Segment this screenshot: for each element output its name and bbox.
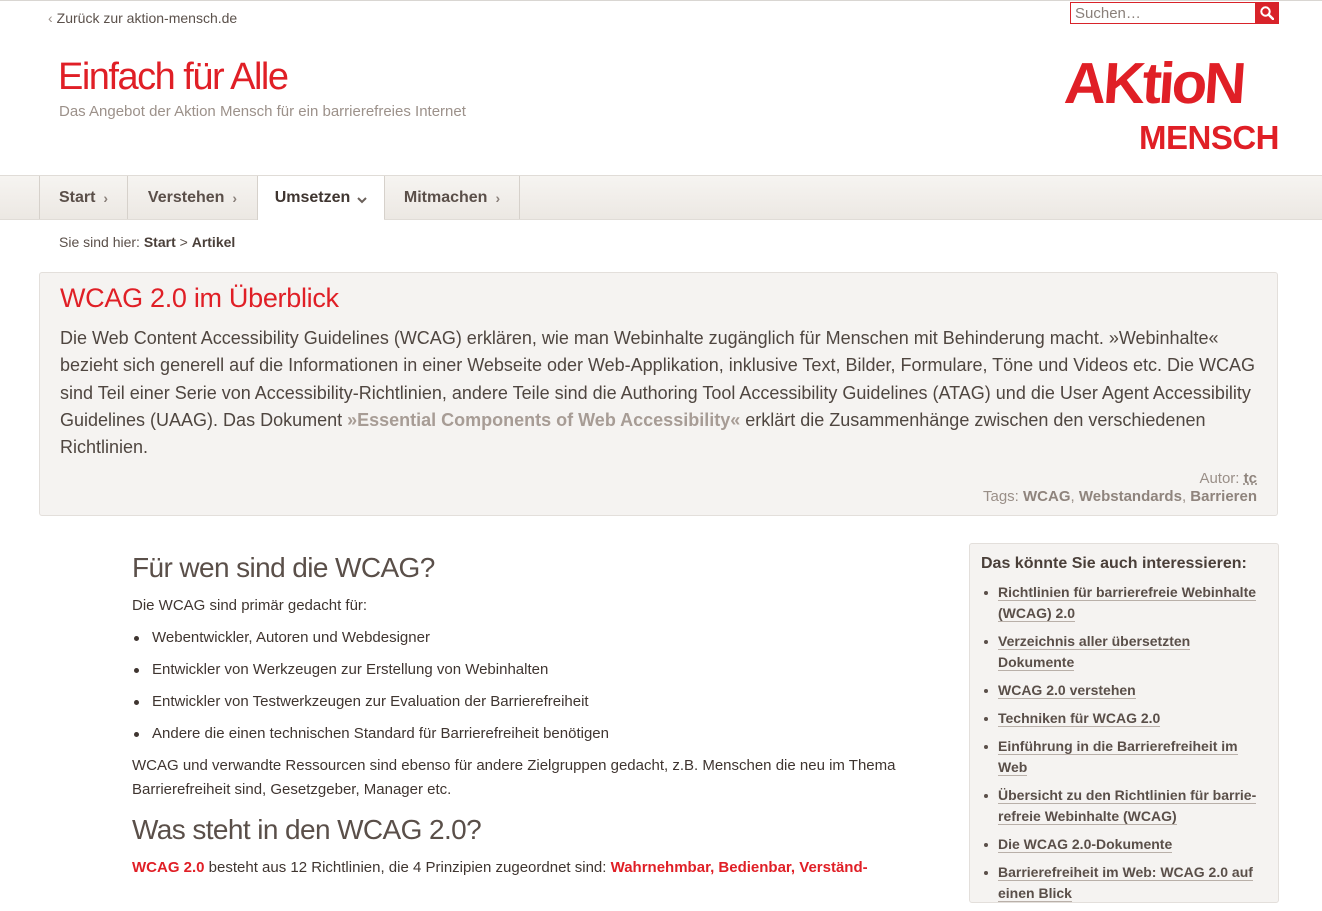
nav-item-label: Start: [58, 188, 96, 206]
nav-item-umsetzen[interactable]: Umsetzen: [257, 176, 384, 220]
site-subtitle: Das Angebot der Aktion Mensch für ein ba…: [59, 103, 466, 120]
top-border: [0, 0, 1322, 1]
author-label: Autor:: [1199, 470, 1240, 487]
chevron-left-icon: ‹: [48, 10, 53, 26]
paragraph-text: besteht aus 12 Richtlinien, die 4 Prinzi…: [204, 859, 611, 876]
related-sidebar: Das könnte Sie auch interessieren: Richt…: [969, 543, 1279, 903]
tag-separator: ,: [1070, 488, 1075, 505]
article-body: Für wen sind die WCAG? Die WCAG sind pri…: [132, 548, 932, 880]
list-item: Entwickler von Werkzeugen zur Erstellung…: [132, 654, 932, 686]
list-item: WCAG 2.0 verstehen: [981, 680, 1266, 701]
tags-label: Tags:: [982, 488, 1019, 505]
aktion-mensch-logo[interactable]: AKtioN MENSCH: [1030, 55, 1282, 155]
list-item: Entwickler von Testwerkzeugen zur Evalua…: [132, 686, 932, 718]
list-item: Verzeichnis aller übersetzten Dokumente: [981, 631, 1266, 673]
tag-separator: ,: [1181, 488, 1187, 505]
nav-item-mitmachen[interactable]: Mitmachen ›: [384, 176, 519, 219]
main-navigation: Start › Verstehen › Umsetzen Mitmachen ›: [0, 175, 1322, 220]
nav-item-label: Verstehen: [147, 188, 225, 206]
breadcrumb-start-link[interactable]: Start: [144, 234, 176, 250]
tags-line: Tags: WCAG, Webstandards, Barrieren: [983, 488, 1257, 506]
nav-item-label: Umsetzen: [274, 189, 351, 206]
list-item: Barrierefreiheit im Web: WCAG 2.0 auf ei…: [981, 862, 1266, 904]
nav-divider: [519, 176, 520, 219]
search-button[interactable]: [1255, 2, 1279, 24]
tag-link[interactable]: Barrieren: [1190, 488, 1257, 505]
related-link[interactable]: Techniken für WCAG 2.0: [998, 710, 1161, 727]
list-item: Webentwickler, Autoren und Webdesigner: [132, 622, 932, 654]
article-title: WCAG 2.0 im Überblick: [60, 283, 339, 313]
list-item: Richtlinien für barrierefreie Webinhalte…: [981, 582, 1266, 624]
chevron-right-icon: ›: [103, 189, 109, 206]
article-intro-box: WCAG 2.0 im Überblick Die Web Content Ac…: [39, 272, 1278, 516]
search-icon: [1260, 6, 1274, 20]
audience-list: Webentwickler, Autoren und Webdesigner E…: [132, 622, 932, 750]
tag-link[interactable]: WCAG: [1023, 488, 1071, 505]
principles-link[interactable]: Wahrnehmbar, Bedienbar, Verständ-: [611, 859, 868, 876]
chevron-right-icon: ›: [232, 189, 238, 206]
breadcrumb-current: Artikel: [191, 234, 236, 250]
site-title[interactable]: Einfach für Alle: [58, 58, 289, 96]
nav-item-verstehen[interactable]: Verstehen ›: [127, 176, 257, 219]
related-link[interactable]: WCAG 2.0 verstehen: [998, 682, 1136, 699]
related-link[interactable]: Übersicht zu den Richtlinien für barrie­…: [998, 787, 1257, 825]
article-meta: Autor: tc Tags: WCAG, Webstandards, Barr…: [983, 470, 1257, 506]
related-link[interactable]: Einführung in die Barrierefreiheit im We…: [998, 738, 1238, 776]
list-item: Andere die einen technischen Standard fü…: [132, 718, 932, 750]
logo-text-mensch: MENSCH: [1139, 119, 1279, 155]
breadcrumb-prefix: Sie sind hier:: [59, 234, 140, 250]
section-heading: Für wen sind die WCAG?: [132, 552, 435, 583]
related-link[interactable]: Barrierefreiheit im Web: WCAG 2.0 auf ei…: [998, 864, 1253, 902]
search-form: [1070, 2, 1279, 26]
chevron-down-icon: [357, 196, 367, 203]
logo-text-aktion: AKtioN: [1062, 55, 1245, 116]
essential-components-link[interactable]: »Essential Components of Web Accessibili…: [347, 410, 740, 430]
paragraph: Die WCAG sind primär gedacht für:: [132, 597, 368, 614]
back-to-aktion-mensch-link[interactable]: ‹ Zurück zur aktion-mensch.de: [48, 10, 237, 26]
breadcrumb: Sie sind hier: Start > Artikel: [59, 234, 235, 250]
list-item: Techniken für WCAG 2.0: [981, 708, 1266, 729]
related-link[interactable]: Die WCAG 2.0-Dokumente: [998, 836, 1173, 853]
search-input[interactable]: [1070, 2, 1260, 24]
section-heading: Was steht in den WCAG 2.0?: [132, 814, 482, 845]
chevron-right-icon: ›: [495, 189, 501, 206]
nav-item-start[interactable]: Start ›: [39, 176, 127, 219]
author-abbr: tc: [1243, 470, 1257, 487]
list-item: Die WCAG 2.0-Dokumente: [981, 834, 1266, 855]
back-link-label: Zurück zur aktion-mensch.de: [56, 10, 238, 26]
paragraph: WCAG 2.0 besteht aus 12 Richtlinien, die…: [132, 856, 932, 880]
article-lead: Die Web Content Accessibility Guidelines…: [60, 325, 1260, 461]
wcag-link[interactable]: WCAG 2.0: [132, 859, 205, 876]
list-item: Einführung in die Barrierefreiheit im We…: [981, 736, 1266, 778]
breadcrumb-separator: >: [179, 234, 188, 250]
list-item: Übersicht zu den Richtlinien für barrie­…: [981, 785, 1266, 827]
paragraph: WCAG und verwandte Ressourcen sind ebens…: [132, 757, 896, 798]
related-links-list: Richtlinien für barrierefreie Webinhalte…: [981, 582, 1266, 911]
nav-item-label: Mitmachen: [403, 188, 488, 206]
author-line: Autor: tc: [983, 470, 1257, 488]
related-link[interactable]: Richtlinien für barrierefreie Webinhalte…: [998, 584, 1257, 622]
sidebar-title: Das könnte Sie auch interessieren:: [981, 555, 1247, 572]
related-link[interactable]: Verzeichnis aller übersetzten Dokumente: [998, 633, 1191, 671]
tag-link[interactable]: Webstandards: [1079, 488, 1182, 505]
